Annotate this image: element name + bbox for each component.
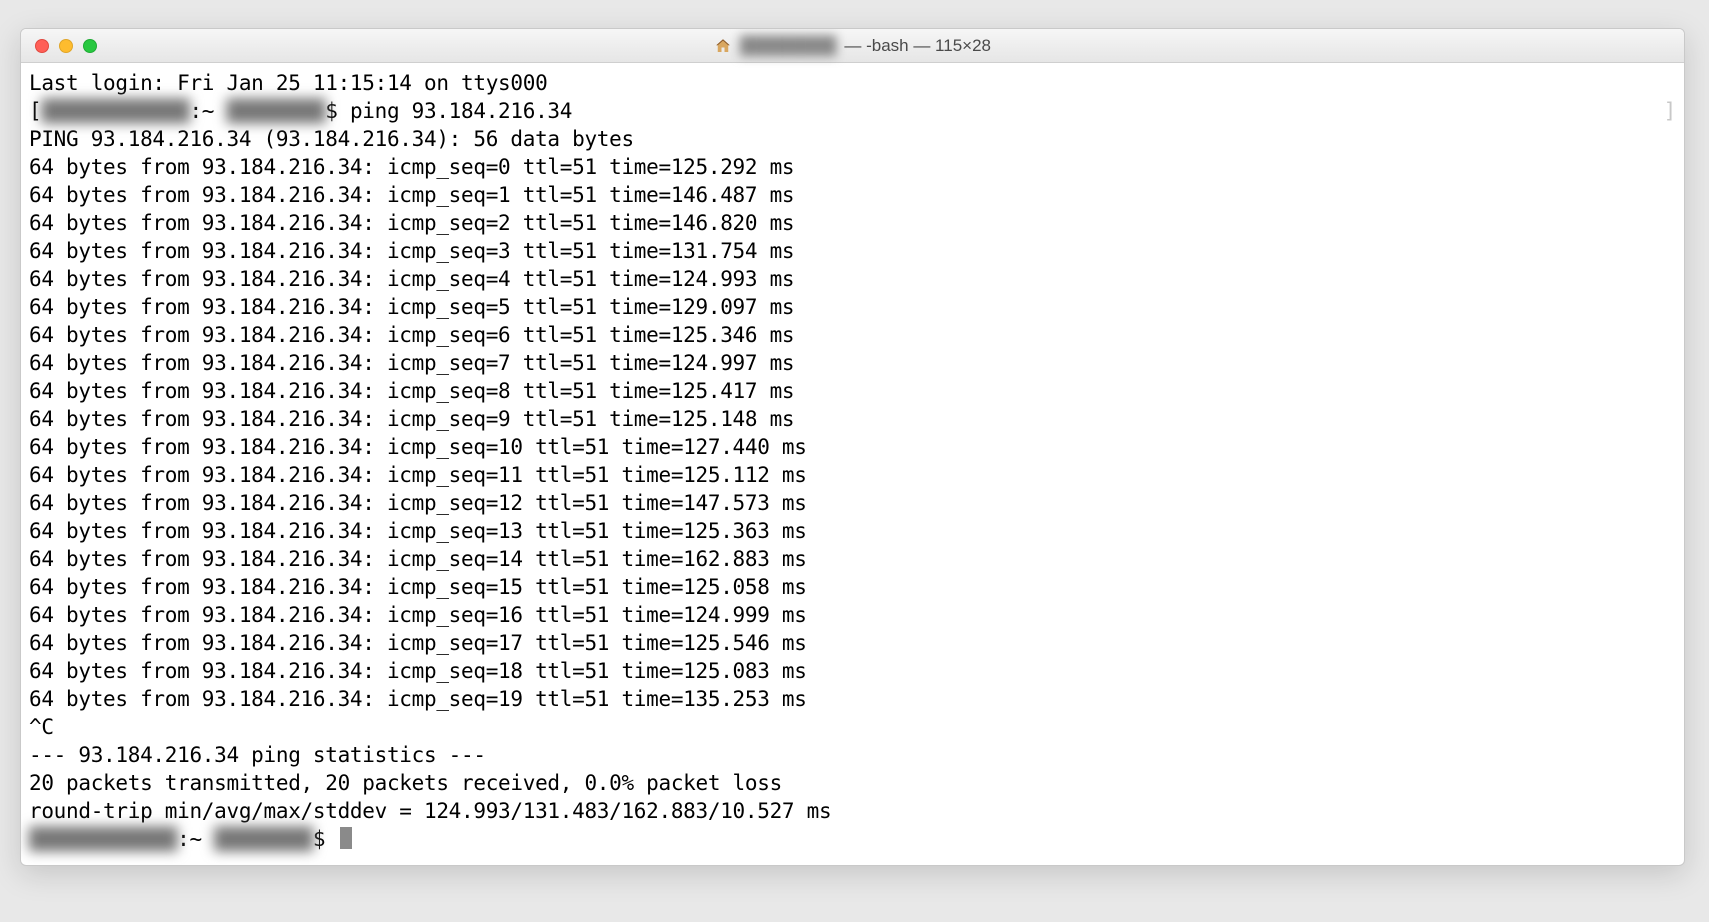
ping-reply: 64 bytes from 93.184.216.34: icmp_seq=11… [29,461,1676,489]
command-text: ping 93.184.216.34 [350,99,572,123]
host-blurred: ████████████ [41,97,189,125]
ping-header: PING 93.184.216.34 (93.184.216.34): 56 d… [29,125,1676,153]
prompt-sep: :~ [177,827,214,851]
ping-reply: 64 bytes from 93.184.216.34: icmp_seq=4 … [29,265,1676,293]
user-blurred: ████████ [227,97,326,125]
ping-reply: 64 bytes from 93.184.216.34: icmp_seq=2 … [29,209,1676,237]
stats-rtt: round-trip min/avg/max/stddev = 124.993/… [29,797,1676,825]
close-button[interactable] [35,39,49,53]
ping-reply: 64 bytes from 93.184.216.34: icmp_seq=5 … [29,293,1676,321]
prompt-sep: :~ [189,99,226,123]
prompt-line-2: ████████████:~ ████████$ [29,825,1676,853]
scroll-marker: ] [1664,97,1676,125]
prompt-line-1: [████████████:~ ████████$ ping 93.184.21… [29,97,1676,125]
ping-reply: 64 bytes from 93.184.216.34: icmp_seq=6 … [29,321,1676,349]
ping-reply: 64 bytes from 93.184.216.34: icmp_seq=13… [29,517,1676,545]
minimize-button[interactable] [59,39,73,53]
stats-header: --- 93.184.216.34 ping statistics --- [29,741,1676,769]
bracket-open: [ [29,99,41,123]
ping-reply: 64 bytes from 93.184.216.34: icmp_seq=17… [29,629,1676,657]
ping-reply: 64 bytes from 93.184.216.34: icmp_seq=15… [29,573,1676,601]
prompt-symbol: $ [325,99,350,123]
terminal-window: ████████ — -bash — 115×28 Last login: Fr… [20,28,1685,866]
ping-reply: 64 bytes from 93.184.216.34: icmp_seq=8 … [29,377,1676,405]
ping-reply: 64 bytes from 93.184.216.34: icmp_seq=12… [29,489,1676,517]
ping-reply: 64 bytes from 93.184.216.34: icmp_seq=7 … [29,349,1676,377]
last-login-line: Last login: Fri Jan 25 11:15:14 on ttys0… [29,69,1676,97]
ping-reply: 64 bytes from 93.184.216.34: icmp_seq=10… [29,433,1676,461]
titlebar: ████████ — -bash — 115×28 [21,29,1684,63]
ping-reply: 64 bytes from 93.184.216.34: icmp_seq=18… [29,657,1676,685]
home-icon [714,37,732,55]
stats-packets: 20 packets transmitted, 20 packets recei… [29,769,1676,797]
maximize-button[interactable] [83,39,97,53]
window-controls [21,39,97,53]
ping-reply: 64 bytes from 93.184.216.34: icmp_seq=1 … [29,181,1676,209]
ping-reply: 64 bytes from 93.184.216.34: icmp_seq=16… [29,601,1676,629]
ping-reply: 64 bytes from 93.184.216.34: icmp_seq=9 … [29,405,1676,433]
cursor [340,827,352,849]
title-suffix: — -bash — 115×28 [844,36,991,56]
ping-replies: 64 bytes from 93.184.216.34: icmp_seq=0 … [29,153,1676,713]
host-blurred: ████████████ [29,825,177,853]
prompt-symbol: $ [313,827,338,851]
ping-reply: 64 bytes from 93.184.216.34: icmp_seq=0 … [29,153,1676,181]
user-blurred: ████████ [214,825,313,853]
ping-reply: 64 bytes from 93.184.216.34: icmp_seq=19… [29,685,1676,713]
ping-reply: 64 bytes from 93.184.216.34: icmp_seq=14… [29,545,1676,573]
window-title: ████████ — -bash — 115×28 [21,36,1684,56]
ping-reply: 64 bytes from 93.184.216.34: icmp_seq=3 … [29,237,1676,265]
interrupt: ^C [29,713,1676,741]
terminal-body[interactable]: Last login: Fri Jan 25 11:15:14 on ttys0… [21,63,1684,865]
title-user-blurred: ████████ [740,36,836,56]
